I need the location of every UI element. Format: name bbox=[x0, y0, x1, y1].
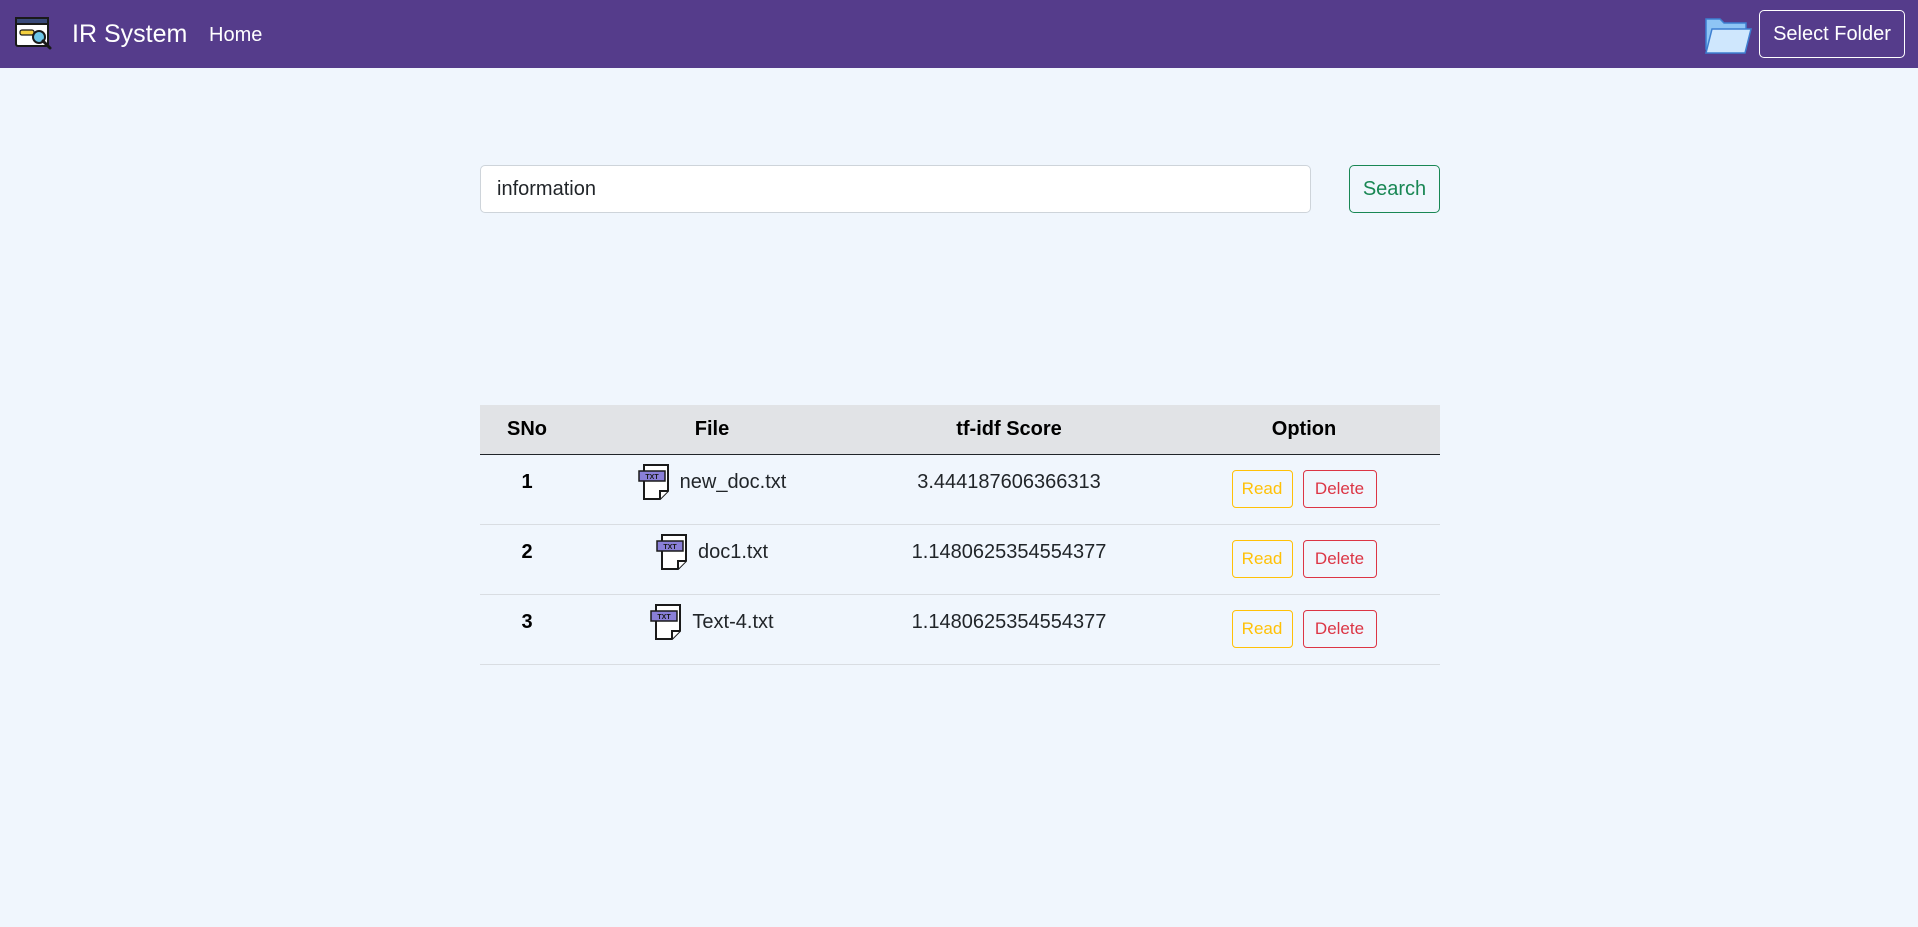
row-sno: 1 bbox=[521, 471, 533, 493]
tfidf-score: 3.444187606366313 bbox=[917, 471, 1101, 493]
table-row: 2 TXT doc1.txt 1.1480625354554377 Read D… bbox=[480, 525, 1440, 595]
txt-file-icon: TXT bbox=[637, 464, 669, 500]
delete-button[interactable]: Delete bbox=[1302, 470, 1377, 508]
header-score: tf-idf Score bbox=[956, 418, 1062, 440]
row-sno: 2 bbox=[521, 541, 533, 563]
row-sno: 3 bbox=[521, 611, 533, 633]
file-name[interactable]: doc1.txt bbox=[698, 541, 768, 564]
txt-badge: TXT bbox=[645, 474, 659, 481]
delete-button[interactable]: Delete bbox=[1302, 610, 1377, 648]
nav-home-link[interactable]: Home bbox=[209, 22, 262, 48]
search-window-icon[interactable] bbox=[15, 16, 53, 52]
header-option: Option bbox=[1271, 418, 1337, 440]
txt-file-icon: TXT bbox=[650, 604, 682, 640]
read-button[interactable]: Read bbox=[1231, 610, 1293, 648]
read-button[interactable]: Read bbox=[1231, 470, 1293, 508]
txt-badge: TXT bbox=[663, 544, 677, 551]
header-file: File bbox=[694, 418, 730, 440]
header-sno: SNo bbox=[507, 418, 547, 440]
read-button[interactable]: Read bbox=[1231, 540, 1293, 578]
brand-title[interactable]: IR System bbox=[72, 18, 187, 50]
search-input[interactable] bbox=[480, 165, 1311, 213]
file-name[interactable]: new_doc.txt bbox=[680, 471, 787, 494]
tfidf-score: 1.1480625354554377 bbox=[911, 541, 1107, 563]
results-table: SNo File tf-idf Score Option 1 TXT new_d… bbox=[480, 405, 1440, 665]
txt-file-icon: TXT bbox=[656, 534, 687, 570]
txt-badge: TXT bbox=[658, 614, 672, 621]
top-navbar: IR System Home Select Folder bbox=[0, 0, 1918, 68]
search-button[interactable]: Search bbox=[1349, 165, 1440, 213]
open-folder-icon[interactable] bbox=[1703, 13, 1753, 55]
table-row: 3 TXT Text-4.txt 1.1480625354554377 Read… bbox=[480, 595, 1440, 665]
file-name[interactable]: Text-4.txt bbox=[692, 611, 773, 634]
select-folder-button[interactable]: Select Folder bbox=[1759, 10, 1905, 58]
tfidf-score: 1.1480625354554377 bbox=[911, 611, 1107, 633]
delete-button[interactable]: Delete bbox=[1302, 540, 1377, 578]
table-header: SNo File tf-idf Score Option bbox=[480, 405, 1440, 455]
table-row: 1 TXT new_doc.txt 3.444187606366313 Read… bbox=[480, 455, 1440, 525]
